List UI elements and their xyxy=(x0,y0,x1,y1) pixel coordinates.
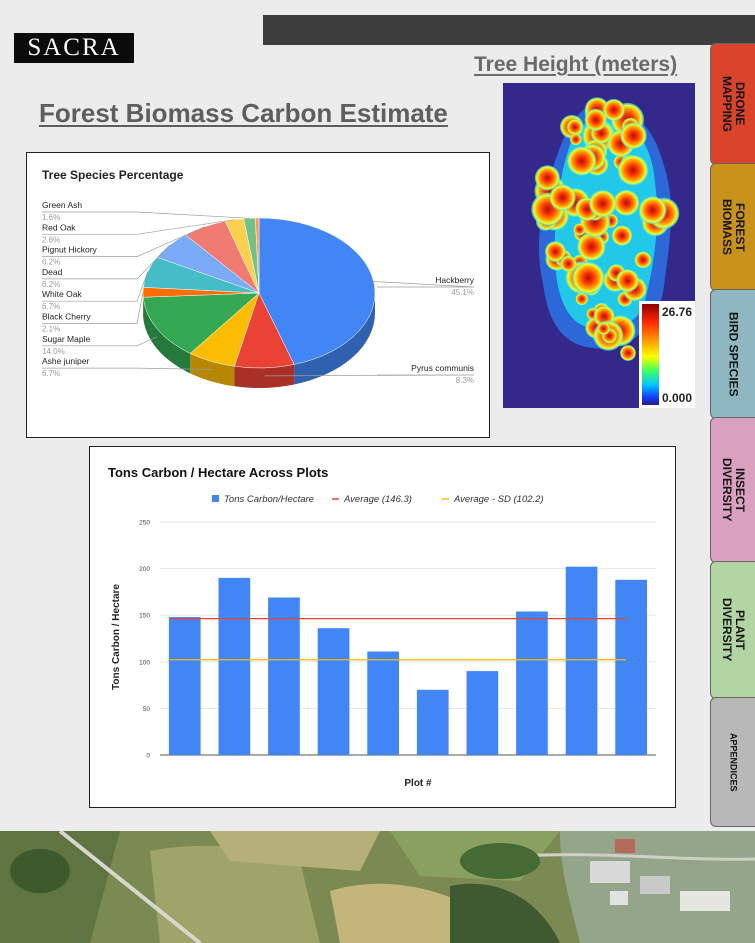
carbon-bar xyxy=(268,597,300,755)
tab-bird-species[interactable]: BIRD SPECIES xyxy=(710,289,755,419)
tree-crown xyxy=(638,196,667,224)
pie-slice-label: Dead xyxy=(42,267,63,277)
y-tick-label: 150 xyxy=(139,613,150,620)
tree-crown xyxy=(616,269,639,293)
carbon-bar-chart: Tons Carbon / Hectare Across Plots Tons … xyxy=(108,465,656,789)
pie-slice-percent: 14.0% xyxy=(42,347,65,356)
tab-drone-mapping[interactable]: DRONE MAPPING xyxy=(710,43,755,165)
sacra-logo: SACRA xyxy=(14,33,134,63)
pie-slice-label: Hackberry xyxy=(435,275,474,285)
tree-crown xyxy=(549,184,576,211)
scale-min-label: 0.000 xyxy=(662,391,692,405)
y-tick-label: 100 xyxy=(139,659,150,666)
y-tick-label: 0 xyxy=(146,753,150,760)
tab-label: PLANT DIVERSITY xyxy=(720,598,747,662)
tab-insect-diversity[interactable]: INSECT DIVERSITY xyxy=(710,417,755,563)
tree-crown xyxy=(573,223,586,236)
pie-leader-line xyxy=(42,211,250,219)
tab-appendices[interactable]: APPENDICES xyxy=(710,697,755,827)
pie-slice-label: Green Ash xyxy=(42,200,82,210)
pie-slice-percent: 8.3% xyxy=(456,376,474,385)
tree-height-raster: 26.76 0.000 xyxy=(503,83,695,408)
pie-slice-percent: 6.7% xyxy=(42,369,60,378)
tree-crown xyxy=(575,292,589,306)
carbon-bar xyxy=(416,689,449,755)
tree-crown xyxy=(589,189,617,218)
pie-chart-title: Tree Species Percentage xyxy=(42,168,184,182)
pie-slice-label: Red Oak xyxy=(42,222,76,232)
tree-crown xyxy=(566,119,583,136)
aerial-photo xyxy=(0,831,755,943)
page-title: Forest Biomass Carbon Estimate xyxy=(39,98,448,128)
tab-label: APPENDICES xyxy=(728,732,739,792)
pie-slice-label: Pyrus communis xyxy=(411,363,474,373)
pie-slice-percent: 1.6% xyxy=(42,213,60,222)
carbon-bar xyxy=(615,579,647,755)
height-color-scale xyxy=(642,304,659,405)
carbon-bar xyxy=(565,566,598,755)
pie-slice-label: Pignut Hickory xyxy=(42,245,98,255)
tree-crown xyxy=(611,225,633,246)
pie-slice-percent: 6.2% xyxy=(42,280,60,289)
y-tick-label: 250 xyxy=(139,520,150,527)
x-axis-label: Plot # xyxy=(404,778,432,789)
tab-label: FOREST BIOMASS xyxy=(720,198,747,255)
aerial-farmland-image xyxy=(0,831,755,943)
carbon-bar xyxy=(168,617,201,755)
tree-crown xyxy=(634,251,652,269)
legend-swatch xyxy=(212,495,219,502)
tab-plant-diversity[interactable]: PLANT DIVERSITY xyxy=(710,561,755,699)
tree-crown xyxy=(584,108,607,131)
species-pie-chart: Tree Species Percentage Hackberry 45.1% Py… xyxy=(42,168,475,388)
tree-crown xyxy=(620,345,636,361)
tab-label: DRONE MAPPING xyxy=(720,75,747,132)
tree-crown xyxy=(613,189,640,216)
pie-slice-label: White Oak xyxy=(42,289,82,299)
tree-crown xyxy=(597,322,610,336)
scale-max-label: 26.76 xyxy=(662,305,692,319)
tree-height-map-title: Tree Height (meters) xyxy=(474,53,678,76)
carbon-bar xyxy=(218,577,251,755)
pie-slice-label: Sugar Maple xyxy=(42,334,90,344)
legend-label: Tons Carbon/Hectare xyxy=(224,494,314,505)
bar-chart-title: Tons Carbon / Hectare Across Plots xyxy=(108,465,328,480)
tab-label: BIRD SPECIES xyxy=(726,311,741,397)
tree-crown xyxy=(569,133,582,146)
tab-label: INSECT DIVERSITY xyxy=(720,458,747,522)
y-tick-label: 200 xyxy=(139,566,150,573)
carbon-bar xyxy=(466,671,499,755)
tree-crown xyxy=(620,122,647,149)
tree-crown xyxy=(572,261,605,295)
carbon-bar xyxy=(317,628,350,755)
legend-label: Average - SD (102.2) xyxy=(453,494,544,505)
pie-slice-label: Ashe juniper xyxy=(42,356,89,366)
tree-crown xyxy=(567,146,597,176)
species-pie-panel: Tree Species Percentage Hackberry 45.1% Py… xyxy=(26,152,490,438)
pie-slice-percent: 6.7% xyxy=(42,302,60,311)
legend-label: Average (146.3) xyxy=(343,494,412,505)
tree-crown xyxy=(617,154,649,186)
tree-crown xyxy=(560,255,577,272)
carbon-bar-panel: Tons Carbon / Hectare Across Plots Tons … xyxy=(89,446,676,808)
header-bar xyxy=(263,15,755,45)
pie-slice-percent: 2.1% xyxy=(42,325,60,334)
y-tick-label: 50 xyxy=(143,706,151,713)
carbon-bar xyxy=(367,651,399,755)
carbon-bar xyxy=(516,611,548,755)
pie-slice-label: Black Cherry xyxy=(42,312,91,322)
pie-slice-percent: 6.2% xyxy=(42,258,60,267)
tree-height-map: 26.76 0.000 xyxy=(503,83,695,408)
y-axis-label: Tons Carbon / Hectare xyxy=(111,584,122,690)
pie-slice-percent: 45.1% xyxy=(451,288,474,297)
pie-slice-percent: 2.6% xyxy=(42,235,60,244)
section-tabs: DRONE MAPPING FOREST BIOMASS BIRD SPECIE… xyxy=(710,43,755,828)
tab-forest-biomass[interactable]: FOREST BIOMASS xyxy=(710,163,755,291)
